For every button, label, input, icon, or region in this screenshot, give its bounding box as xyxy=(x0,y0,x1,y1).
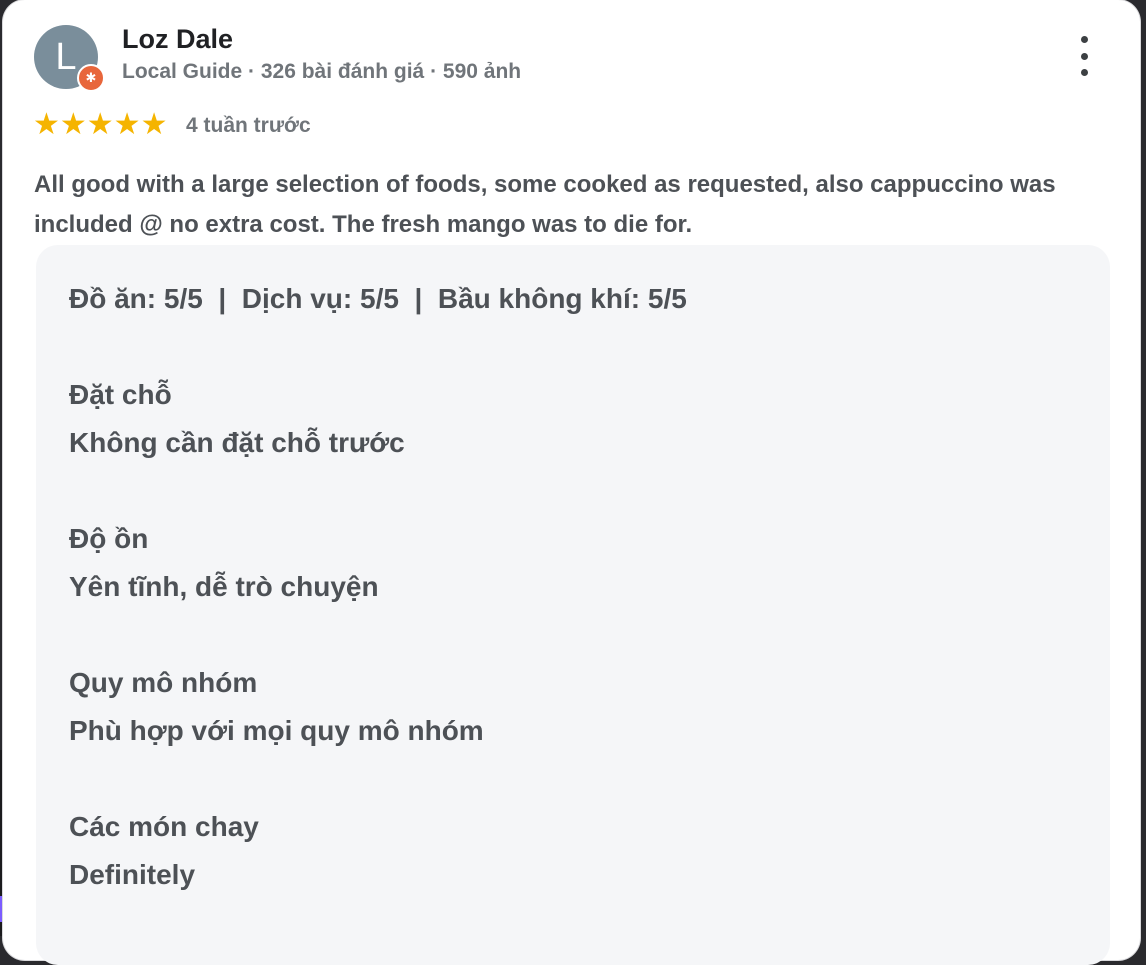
attribute-noise-value: Yên tĩnh, dễ trò chuyện xyxy=(69,571,379,602)
attribute-scores: Đồ ăn: 5/5 | Dịch vụ: 5/5 | Bầu không kh… xyxy=(69,283,687,314)
reviewer-meta: Local Guide · 326 bài đánh giá · 590 ảnh xyxy=(122,60,522,83)
star-rating-icon: ★★★★★ xyxy=(33,108,168,141)
reviewer-name[interactable]: Loz Dale xyxy=(122,24,233,55)
more-dot-icon xyxy=(1080,52,1088,60)
review-attributes-panel: Đồ ăn: 5/5 | Dịch vụ: 5/5 | Bầu không kh… xyxy=(36,245,1110,965)
more-options-icon[interactable] xyxy=(1069,36,1099,76)
attribute-noise-label: Độ ồn xyxy=(69,523,149,554)
more-dot-icon xyxy=(1080,69,1088,76)
attribute-veg-label: Các món chay xyxy=(69,811,259,842)
review-text: All good with a large selection of foods… xyxy=(34,171,1056,238)
attribute-group-value: Phù hợp với mọi quy mô nhóm xyxy=(69,715,484,746)
attribute-reservation-label: Đặt chỗ xyxy=(69,379,172,410)
more-dot-icon xyxy=(1080,36,1088,43)
review-time: 4 tuần trước xyxy=(186,114,311,137)
attribute-veg-value: Definitely xyxy=(69,859,196,890)
review-card: L ✱ Loz Dale Local Guide · 326 bài đánh … xyxy=(3,0,1140,965)
local-guide-badge-icon: ✱ xyxy=(77,64,105,92)
attribute-group-label: Quy mô nhóm xyxy=(69,667,258,698)
attribute-reservation-value: Không cần đặt chỗ trước xyxy=(69,427,405,458)
